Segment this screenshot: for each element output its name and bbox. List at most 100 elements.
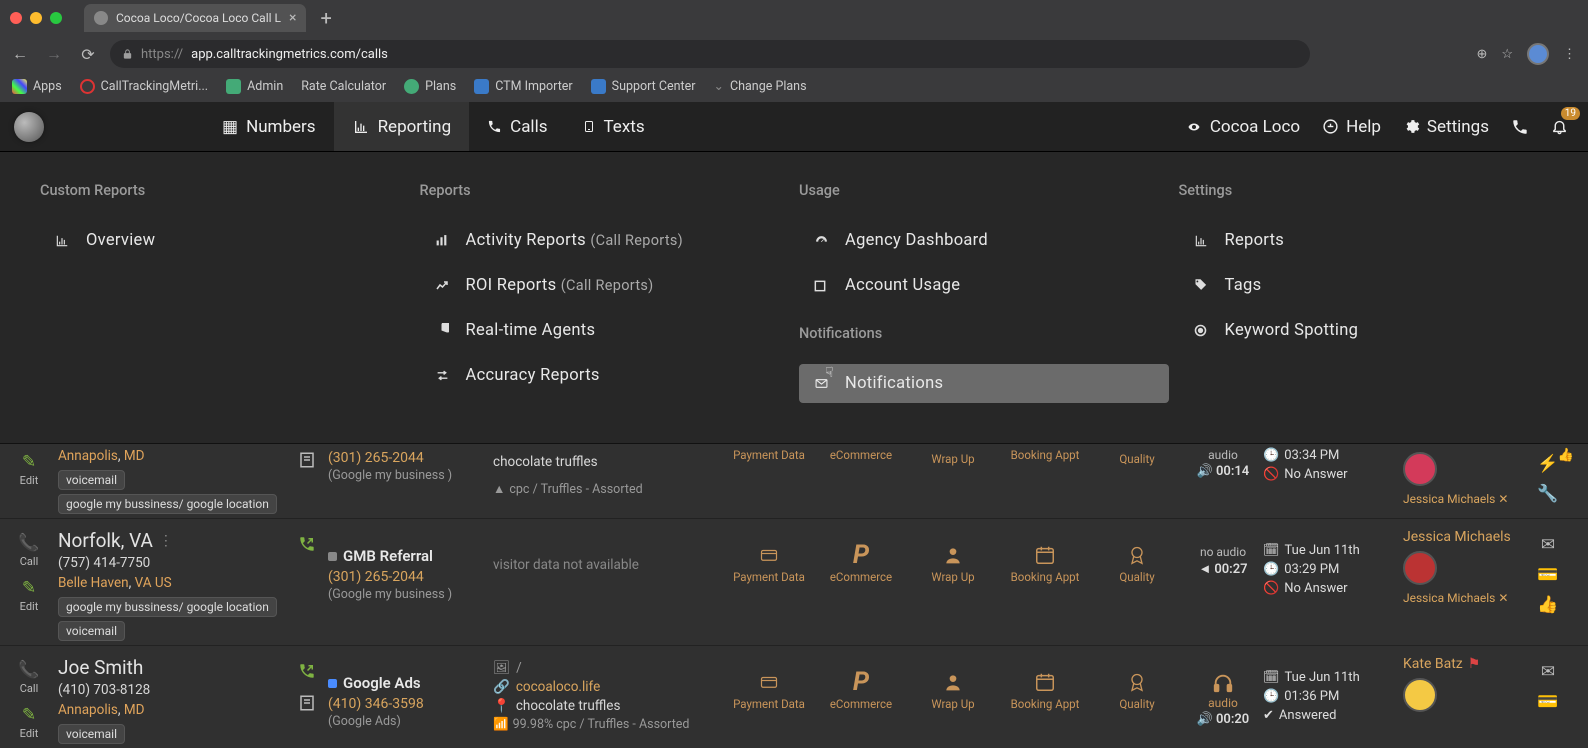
dial-icon-button[interactable] (1511, 118, 1529, 136)
kebab-icon[interactable]: ⋮ (159, 533, 173, 549)
account-switcher[interactable]: Cocoa Loco (1185, 117, 1300, 137)
metric-quality[interactable]: Quality (1091, 529, 1183, 584)
edit-icon[interactable]: ✎ (22, 705, 36, 725)
star-icon[interactable]: ☆ (1501, 47, 1513, 62)
menu-realtime-agents[interactable]: Real-time Agents (420, 311, 790, 350)
metric-wrapup[interactable]: Wrap Up (907, 448, 999, 466)
avatar[interactable] (1403, 452, 1437, 486)
tag-chip[interactable]: voicemail (58, 470, 125, 490)
tag-chip[interactable]: google my bussiness/ google location (58, 494, 277, 514)
metric-booking[interactable]: Booking Appt (999, 448, 1091, 462)
nav-calls[interactable]: Calls (469, 102, 565, 151)
window-minimize-button[interactable] (30, 12, 42, 24)
tag-chip[interactable]: google my bussiness/ google location (58, 597, 277, 617)
visitor-link[interactable]: cocoaloco.life (516, 679, 600, 695)
menu-overview[interactable]: Overview (40, 221, 410, 260)
agent-top[interactable]: Kate Batz ⚑ (1403, 656, 1480, 672)
audio-cell[interactable]: audio 🔊00:14 (1183, 448, 1263, 479)
bookmark-change-plans[interactable]: ⌄Change Plans (714, 78, 807, 94)
note-icon[interactable] (298, 694, 316, 712)
audio-cell[interactable]: audio 🔊00:20 (1183, 656, 1263, 727)
tag-chip[interactable]: voicemail (58, 724, 125, 744)
notifications-bell[interactable] (1551, 117, 1568, 136)
note-icon[interactable] (298, 448, 328, 469)
settings-link[interactable]: Settings (1403, 117, 1489, 137)
source-phone[interactable]: (410) 346-3598 (328, 696, 493, 712)
close-tab-icon[interactable]: × (289, 10, 296, 26)
menu-tags[interactable]: Tags (1179, 266, 1549, 305)
menu-keyword-spotting[interactable]: Keyword Spotting (1179, 311, 1549, 350)
kebab-menu-icon[interactable]: ⋮ (1563, 47, 1576, 62)
bookmark-admin[interactable]: Admin (226, 79, 283, 94)
browser-tab[interactable]: Cocoa Loco/Cocoa Loco Call L × (84, 4, 306, 32)
reload-button[interactable]: ⟳ (76, 42, 100, 66)
metric-payment[interactable]: Payment Data (723, 656, 815, 711)
back-button[interactable]: ← (8, 42, 32, 66)
metric-payment[interactable]: Payment Data (723, 448, 815, 462)
edit-icon[interactable]: ✎ (22, 452, 36, 472)
help-link[interactable]: Help (1322, 117, 1381, 137)
new-tab-button[interactable]: + (314, 6, 337, 30)
menu-reports-settings[interactable]: Reports (1179, 221, 1549, 260)
profile-avatar[interactable] (1527, 43, 1549, 65)
app-logo[interactable] (14, 112, 44, 142)
wrench-icon[interactable]: 🔧 (1537, 484, 1558, 504)
metric-ecommerce[interactable]: eCommerce (815, 448, 907, 462)
source-phone[interactable]: (301) 265-2044 (328, 569, 493, 585)
thumb-up-icon[interactable]: 👍 (1537, 595, 1558, 615)
url-input[interactable]: https://app.calltrackingmetrics.com/call… (110, 40, 1310, 68)
card-icon[interactable]: 💳 (1537, 692, 1558, 712)
bookmark-rate-calc[interactable]: Rate Calculator (301, 79, 386, 94)
card-icon[interactable]: 💳 (1537, 565, 1558, 585)
account-name: Cocoa Loco (1210, 117, 1300, 137)
window-close-button[interactable] (10, 12, 22, 24)
menu-activity-reports[interactable]: Activity Reports (Call Reports) (420, 221, 790, 260)
metric-quality[interactable]: Quality (1091, 656, 1183, 711)
metric-payment[interactable]: Payment Data (723, 529, 815, 584)
metric-wrapup[interactable]: Wrap Up (907, 529, 999, 584)
menu-accuracy-reports[interactable]: Accuracy Reports (420, 356, 790, 395)
mail-icon[interactable]: ✉ (1541, 662, 1555, 682)
lock-icon (122, 48, 133, 60)
metric-wrapup[interactable]: Wrap Up (907, 656, 999, 711)
bookmark-plans[interactable]: Plans (404, 79, 456, 94)
audio-cell[interactable]: no audio ◄00:27 (1183, 529, 1263, 577)
avatar[interactable] (1403, 678, 1437, 712)
metric-booking[interactable]: Booking Appt (999, 529, 1091, 584)
nav-reporting[interactable]: Reporting (334, 102, 470, 151)
bookmark-support[interactable]: Support Center (591, 79, 696, 94)
window-maximize-button[interactable] (50, 12, 62, 24)
search-icon[interactable]: ⊕ (1476, 47, 1487, 62)
avatar[interactable] (1403, 551, 1437, 585)
mail-icon[interactable]: ✉ (1541, 535, 1555, 555)
audio-duration: 00:14 (1216, 464, 1249, 479)
source-phone[interactable]: (301) 265-2044 (328, 450, 493, 466)
metric-booking[interactable]: Booking Appt (999, 656, 1091, 711)
menu-notifications[interactable]: Notifications (799, 364, 1169, 403)
tag-chip[interactable]: voicemail (58, 621, 125, 641)
bookmark-importer[interactable]: CTM Importer (474, 79, 572, 94)
source-name: GMB Referral (343, 547, 433, 565)
menu-roi-reports[interactable]: ROI Reports (Call Reports) (420, 266, 790, 305)
phone-icon[interactable]: 📞 (18, 660, 39, 680)
metric-ecommerce[interactable]: PeCommerce (815, 656, 907, 711)
metric-label: Payment Data (733, 697, 805, 711)
bolt-icon[interactable]: ⚡ (1537, 454, 1558, 474)
calendar-icon: 🗓 (1263, 543, 1280, 558)
menu-account-usage[interactable]: Account Usage (799, 266, 1169, 305)
caller-name[interactable]: Norfolk, VA⋮ (58, 529, 298, 552)
flag-icon[interactable]: ⚑ (1468, 656, 1481, 672)
thumb-up-icon[interactable]: 👍 (1558, 448, 1574, 463)
bookmark-apps[interactable]: Apps (12, 79, 62, 94)
nav-texts[interactable]: Texts (565, 102, 662, 151)
metric-quality[interactable]: Quality (1091, 448, 1183, 466)
edit-icon[interactable]: ✎ (22, 578, 36, 598)
caller-name[interactable]: Joe Smith (58, 656, 298, 679)
nav-numbers[interactable]: ▦ Numbers (204, 102, 334, 151)
phone-icon[interactable]: 📞 (18, 533, 39, 553)
menu-agency-dashboard[interactable]: Agency Dashboard (799, 221, 1169, 260)
agent-top[interactable]: Jessica Michaels (1403, 529, 1511, 545)
metric-ecommerce[interactable]: PeCommerce (815, 529, 907, 584)
forward-button[interactable]: → (42, 42, 66, 66)
bookmark-ctm[interactable]: CallTrackingMetri... (80, 79, 208, 94)
